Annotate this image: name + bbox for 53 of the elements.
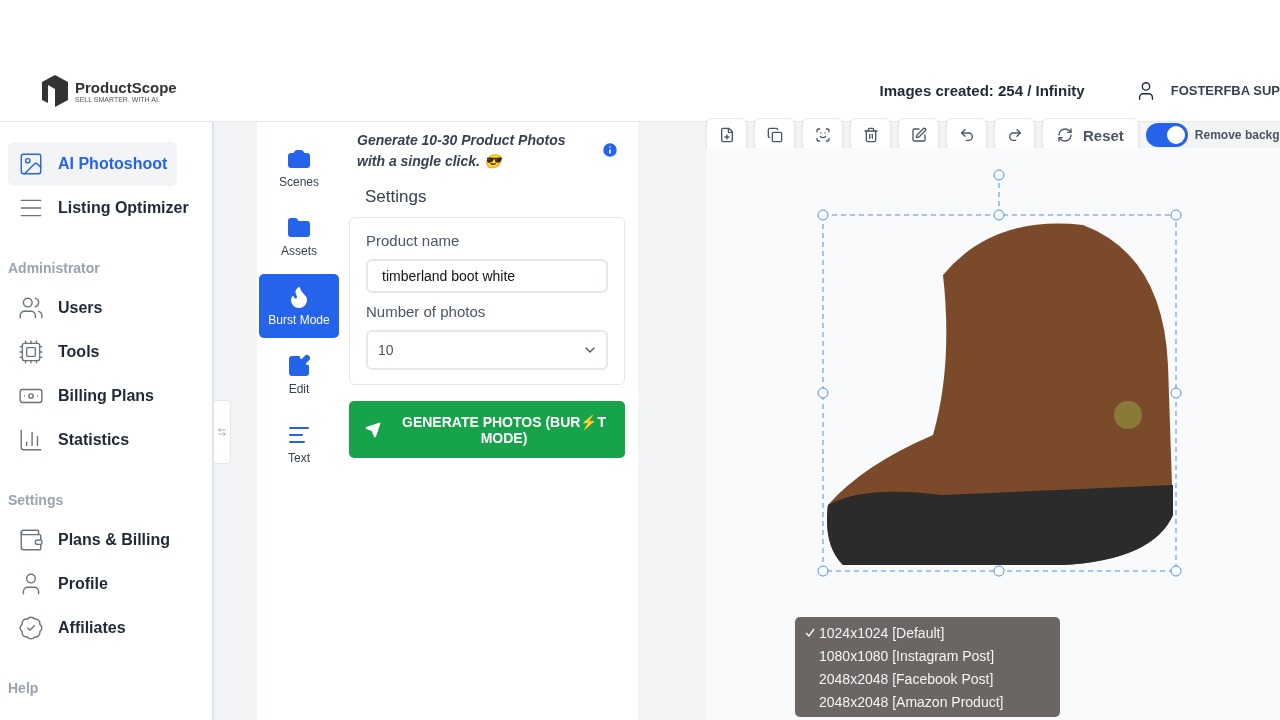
trash-icon [862,127,879,143]
copy-icon [766,127,783,143]
nav-item[interactable]: Billing Plans [8,374,164,418]
send-icon [365,421,381,438]
collapse-handle[interactable] [213,400,231,464]
logo-name: ProductScope [75,78,177,96]
wallet-icon [18,527,44,553]
nav-item[interactable]: Plans & Billing [8,518,180,562]
nav-item[interactable]: Statistics [8,418,155,462]
tool-tab[interactable]: Text [259,412,339,476]
toggle-label: Remove backg [1194,128,1280,142]
camera-icon [287,147,311,171]
photo-count-select[interactable]: 10 [366,330,608,370]
users-icon [18,295,44,321]
edit-icon [910,127,927,143]
swap-icon [217,427,227,437]
settings-title: Settings [365,187,428,207]
tool-tab[interactable]: Assets [259,205,339,269]
nav-item[interactable]: Affiliates [8,606,155,650]
toggle-switch[interactable] [1145,123,1188,147]
undo-icon [958,127,975,143]
tool-tab[interactable]: Edit [259,343,339,407]
nav-item[interactable]: AI Photoshoot [8,142,178,186]
intro-text: Generate 10-30 Product Photos with a single click. 😎 [357,131,567,171]
tool-tab[interactable]: Scenes [259,136,339,200]
tool-tab[interactable]: Burst Mode [259,274,339,338]
field-label: Product name [366,232,461,249]
menu-item[interactable]: 1080x1080 [Instagram Post] [795,644,1060,667]
refresh-icon [1057,127,1073,143]
image-icon [18,151,44,177]
nav-item[interactable]: Listing Optimizer [8,186,199,230]
menu-item[interactable]: 2048x2048 [Facebook Post] [795,667,1060,690]
section-heading: Administrator [8,260,101,276]
nav-item[interactable]: Profile [8,562,155,606]
chip-icon [18,339,44,365]
user-name[interactable]: FOSTERFBA SUP [1170,83,1280,98]
redo-icon [1006,127,1023,143]
nav-item[interactable]: Tools [8,330,155,374]
menu-item[interactable]: 2048x2048 [Amazon Product] [795,690,1060,713]
field-label: Number of photos [366,303,487,320]
nav-item[interactable]: Users [8,286,155,330]
info-icon[interactable] [601,141,619,159]
focus-icon [814,127,831,143]
section-heading: Settings [8,492,65,508]
badge-check-icon [18,615,44,641]
usage-count: Images created: 254 / Infinity [879,82,1085,99]
folder-icon [287,216,311,240]
product-name-field[interactable]: timberland boot white [366,259,608,293]
section-heading: Help [8,680,40,696]
edit-icon [287,354,311,378]
file-plus-icon [718,127,735,143]
bar-chart-icon [18,427,44,453]
menu-item[interactable]: 1024x1024 [Default] [795,621,1060,644]
